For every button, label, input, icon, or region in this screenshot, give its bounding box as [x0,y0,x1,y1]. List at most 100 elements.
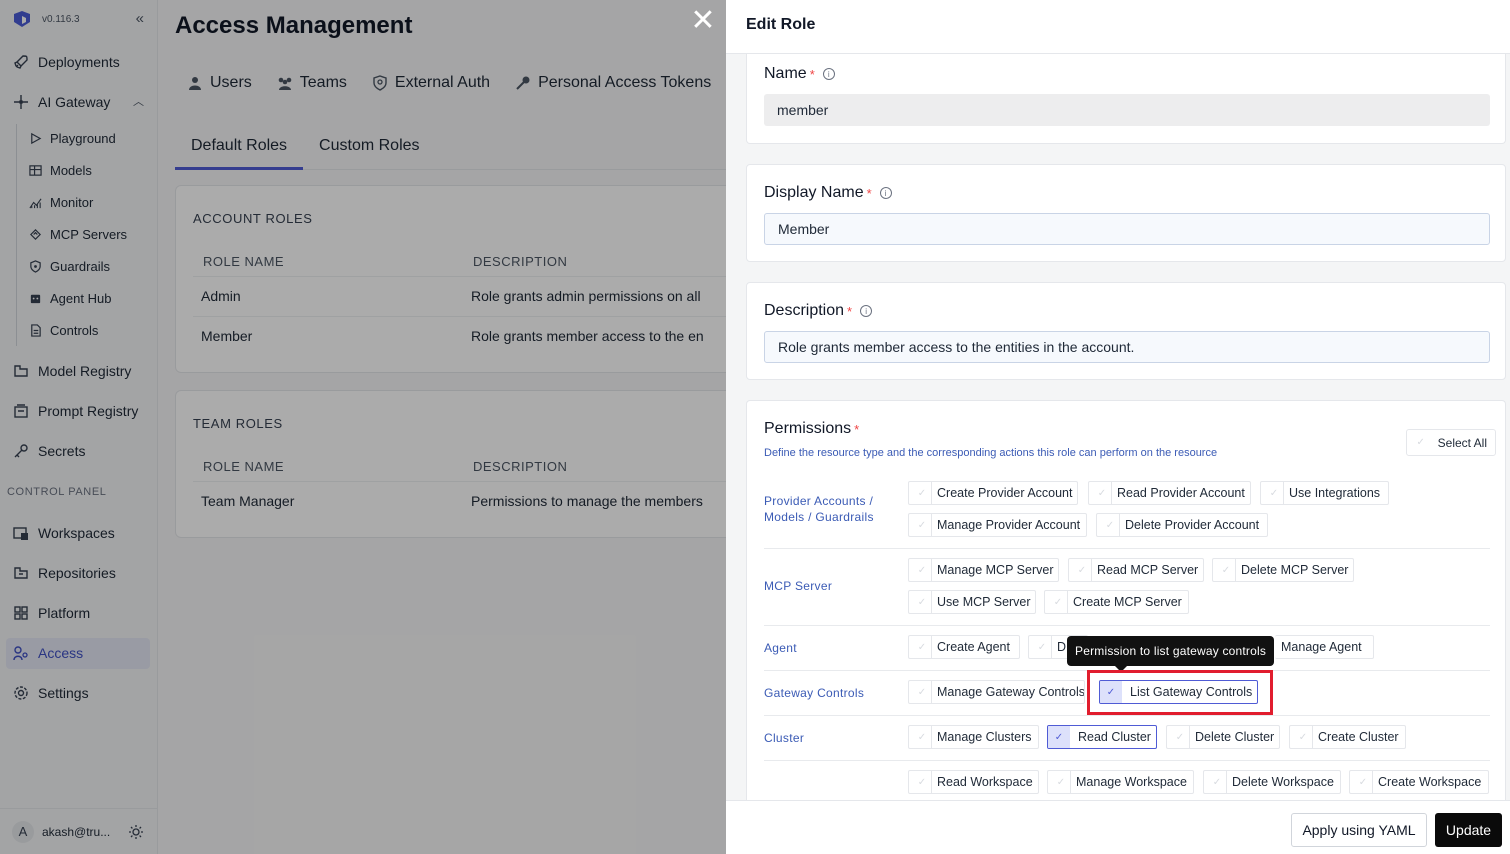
permissions-section: Permissions * Define the resource type a… [746,400,1506,800]
tooltip: Permission to list gateway controls [1067,636,1275,672]
perm-label: Delete MCP Server [1241,563,1349,577]
resource-divider [764,625,1490,626]
perm-create-agent[interactable]: ✓ Create Agent [908,635,1020,659]
drawer-title: Edit Role [746,16,816,33]
description-label: Description [764,302,845,319]
perm-delete-provider-account[interactable]: ✓ Delete Provider Account [1096,513,1268,537]
display-name-section: Display Name * i Member [746,164,1506,262]
pill-divider [1090,482,1112,504]
field-label: Display Name * i [764,184,892,202]
resource-label-cluster: Cluster [764,730,804,746]
name-input: member [764,94,1490,126]
permissions-description: Define the resource type and the corresp… [764,447,1218,459]
pill-divider [1098,514,1120,536]
perm-delete-cluster[interactable]: ✓ Delete Cluster [1166,725,1280,749]
name-section: Name * i member [746,54,1506,144]
pill-divider [1030,636,1052,658]
highlight-box [1087,670,1273,715]
perm-manage-clusters[interactable]: ✓ Manage Clusters [908,725,1039,749]
description-input[interactable]: Role grants member access to the entitie… [764,331,1490,363]
update-button[interactable]: Update [1435,813,1502,847]
perm-create-cluster[interactable]: ✓ Create Cluster [1289,725,1406,749]
perm-manage-mcp-server[interactable]: ✓ Manage MCP Server [908,558,1059,582]
perm-manage-agent[interactable]: Manage Agent [1275,635,1374,659]
close-icon[interactable]: ✕ [690,6,716,36]
resource-divider [764,715,1490,716]
perm-label: Read Workspace [937,775,1033,789]
pill-divider [1046,591,1068,613]
name-label: Name [764,65,807,82]
perm-label: Use MCP Server [937,595,1031,609]
select-all-label: Select All [1437,435,1487,450]
resource-divider [764,548,1490,549]
perm-use-mcp-server[interactable]: ✓ Use MCP Server [908,590,1036,614]
perm-create-mcp-server[interactable]: ✓ Create MCP Server [1044,590,1189,614]
perm-use-integrations[interactable]: ✓ Use Integrations [1260,481,1389,505]
info-icon[interactable]: i [879,187,892,199]
perm-label: Create Workspace [1378,775,1482,789]
resource-label-agent: Agent [764,640,797,656]
pill-divider [910,771,932,793]
resource-label-line: Provider Accounts / [764,494,874,508]
apply-yaml-button[interactable]: Apply using YAML [1291,813,1427,847]
perm-label: Manage MCP Server [937,563,1054,577]
pill-divider [910,681,932,703]
permissions-label: Permissions [764,420,852,437]
perm-label: Delete Cluster [1195,730,1275,744]
perm-read-workspace[interactable]: ✓ Read Workspace [908,770,1039,794]
perm-delete-workspace[interactable]: ✓ Delete Workspace [1203,770,1341,794]
field-label: Permissions * [764,420,859,438]
perm-read-cluster[interactable]: ✓ Read Cluster [1047,725,1157,749]
perm-label: Read MCP Server [1097,563,1199,577]
resource-label-line: Models / Guardrails [764,510,874,524]
pill-divider [910,514,932,536]
perm-label: Delete Workspace [1232,775,1334,789]
perm-create-workspace[interactable]: ✓ Create Workspace [1349,770,1489,794]
required-marker: * [866,185,872,201]
field-label: Description * i [764,302,873,320]
pill-divider [1351,771,1373,793]
drawer-header: Edit Role [726,0,1510,54]
perm-delete-mcp-server[interactable]: ✓ Delete MCP Server [1212,558,1354,582]
pill-divider [1291,726,1313,748]
pill-divider [910,591,932,613]
perm-label: Manage Provider Account [937,518,1081,532]
modal-overlay[interactable] [0,0,726,854]
perm-manage-provider-account[interactable]: ✓ Manage Provider Account [908,513,1087,537]
pill-divider [1205,771,1227,793]
info-icon[interactable]: i [860,305,873,317]
pill-divider [910,559,932,581]
perm-read-mcp-server[interactable]: ✓ Read MCP Server [1068,558,1204,582]
pill-divider [1214,559,1236,581]
perm-label: Create Agent [937,640,1010,654]
resource-divider [764,760,1490,761]
perm-label: D [1057,640,1067,654]
perm-manage-workspace[interactable]: ✓ Manage Workspace [1047,770,1194,794]
perm-label: Delete Provider Account [1125,518,1260,532]
perm-label: Create Cluster [1318,730,1399,744]
perm-label: Manage Workspace [1076,775,1187,789]
perm-create-provider-account[interactable]: ✓ Create Provider Account [908,481,1078,505]
pill-divider [1262,482,1284,504]
pill-divider [1049,771,1071,793]
pill-divider [910,482,932,504]
perm-label: Read Cluster [1078,730,1151,744]
perm-label: Manage Agent [1281,640,1362,654]
resource-label-line: Agent [764,641,797,655]
resource-label-line: MCP Server [764,579,833,593]
perm-read-provider-account[interactable]: ✓ Read Provider Account [1088,481,1251,505]
perm-label: Create Provider Account [937,486,1073,500]
perm-label: Manage Clusters [937,730,1032,744]
select-all-checkbox[interactable]: ✓ Select All [1405,429,1496,456]
perm-manage-gateway-controls[interactable]: ✓ Manage Gateway Controls [908,680,1085,704]
resource-label-line: Cluster [764,731,805,745]
pill-divider [910,726,932,748]
info-icon[interactable]: i [822,68,835,80]
display-name-input[interactable]: Member [764,213,1490,245]
resource-label-mcp-server: MCP Server [764,578,832,594]
pill-divider [1070,559,1092,581]
drawer-footer: Apply using YAML Update [726,800,1510,854]
perm-label: Use Integrations [1289,486,1381,500]
perm-label: Manage Gateway Controls [937,685,1085,699]
pill-divider [910,636,932,658]
